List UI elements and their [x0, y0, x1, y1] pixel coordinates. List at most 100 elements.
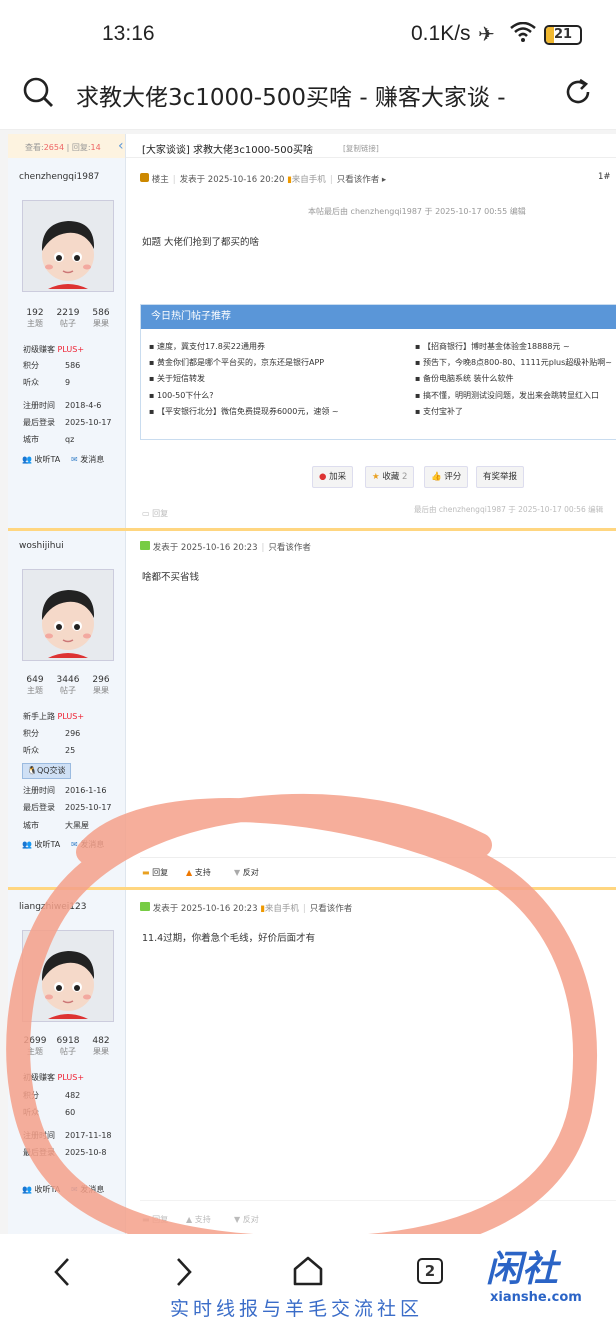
plus-badge: PLUS+	[57, 712, 85, 721]
post-content: 发表于 2025-10-16 20:23 | 只看该作者 啥都不买省钱 ▬ 回复 ▲…	[126, 531, 616, 887]
add-button[interactable]: ● 加采	[312, 466, 354, 488]
copy-link[interactable]: [复制链接]	[343, 143, 379, 154]
thread-page: 查看:2654 | 回复:14 [大家谈谈] 求教大佬3c1000-500买啥 …	[0, 130, 616, 1234]
stat-value: 6918	[56, 1036, 80, 1046]
site-domain: xianshe.com	[490, 1290, 582, 1305]
hot-thread-link[interactable]: ▪ 备份电脑系统 装什么软件	[415, 373, 514, 384]
follow-link[interactable]: 👥 收听TA	[22, 454, 60, 465]
search-icon[interactable]	[22, 76, 54, 112]
arrow-down-icon: ▼	[234, 1215, 241, 1224]
browser-bottom-bar: 2 实时线报与羊毛交流社区 闲社 xianshe.com	[0, 1234, 616, 1334]
author-stats: 649 主题 3446 帖子 296 果果	[18, 675, 118, 705]
rank-label: 初级赚客	[23, 345, 55, 354]
field-last-login: 最后登录 2025-10-17	[23, 803, 112, 812]
views-label: 查看:	[25, 143, 44, 152]
only-author-link[interactable]: 只看该作者	[337, 175, 380, 185]
author-panel: liangzhiwei123 2699 主题 6918 帖子 482 果果 初级赚客 …	[8, 890, 126, 1234]
thumb-icon: 👍	[431, 472, 442, 482]
hot-thread-link[interactable]: ▪ 黄金你们都是哪个平台买的，京东还是银行APP	[149, 357, 324, 368]
author-rank: 初级赚客 PLUS+	[23, 1072, 84, 1083]
avatar[interactable]	[22, 930, 114, 1022]
reload-icon[interactable]	[562, 76, 594, 112]
plus-badge: PLUS+	[57, 345, 85, 354]
rate-button[interactable]: 👍 评分	[424, 466, 469, 488]
author-name[interactable]: liangzhiwei123	[19, 902, 86, 912]
only-author-link[interactable]: 只看该作者	[268, 543, 311, 553]
favorite-button[interactable]: ★ 收藏 2	[365, 466, 415, 488]
author-name[interactable]: chenzhengqi1987	[19, 172, 99, 182]
message-link[interactable]: ✉ 发消息	[71, 454, 104, 465]
stat-label: 果果	[93, 319, 109, 328]
hot-thread-link[interactable]: ▪ 100-50下什么?	[149, 390, 214, 401]
online-icon	[140, 902, 150, 911]
post-footer-line	[140, 1200, 616, 1201]
follow-link[interactable]: 👥 收听TA	[22, 1184, 60, 1195]
hot-thread-link[interactable]: ▪ 预告下，今晚8点800-80、1111元plus超级补贴啊~	[415, 357, 612, 368]
qq-icon: 🐧	[27, 766, 37, 775]
forward-icon[interactable]	[172, 1256, 196, 1292]
airplane-icon: ✈	[478, 22, 495, 46]
home-icon[interactable]	[291, 1254, 325, 1292]
envelope-icon: ✉	[71, 455, 78, 464]
field-points: 积分 586	[23, 361, 81, 370]
online-icon	[140, 541, 150, 550]
hot-thread-link[interactable]: ▪ 搞不懂，明明测试没问题，发出来会跳转显红入口	[415, 390, 599, 401]
tabs-button[interactable]: 2	[417, 1258, 443, 1284]
author-stats: 192 主题 2219 帖子 586 果果	[18, 308, 118, 338]
only-author-link[interactable]: 只看该作者	[310, 904, 353, 914]
stat-value: 586	[92, 308, 110, 318]
author-name[interactable]: woshijihui	[19, 541, 64, 551]
support-link[interactable]: ▲ 支持	[186, 867, 211, 878]
page-title[interactable]: 求教大佬3c1000-500买啥 - 赚客大家谈 -	[76, 78, 536, 112]
post-content: 发表于 2025-10-16 20:23 ▮来自手机 | 只看该作者 11.4过期，…	[126, 890, 616, 1234]
stat-value: 192	[26, 308, 44, 318]
support-link[interactable]: ▲ 支持	[186, 1214, 211, 1225]
oppose-link[interactable]: ▼ 反对	[234, 867, 259, 878]
field-register: 注册时间 2016-1-16	[23, 786, 107, 795]
thread-stats: 查看:2654 | 回复:14	[8, 134, 126, 158]
caret-right-icon: ▸	[381, 175, 387, 185]
stat-label: 帖子	[60, 319, 76, 328]
post-body: 啥都不买省钱	[142, 572, 200, 583]
author-rank: 新手上路 PLUS+	[23, 711, 84, 722]
qq-chat-button[interactable]: 🐧QQ交谈	[22, 763, 71, 779]
field-city: 城市 大黑屋	[23, 821, 89, 830]
floor-label: 楼主	[151, 175, 169, 185]
post-time: 发表于 2025-10-16 20:20	[179, 175, 285, 185]
hot-thread-link[interactable]: ▪ 【招商银行】博时基金体验金18888元 ~	[415, 341, 570, 352]
slogan: 实时线报与羊毛交流社区	[170, 1298, 424, 1320]
views-count: 2654	[43, 143, 65, 152]
hot-thread-link[interactable]: ▪ 关于短信转发	[149, 373, 205, 384]
hot-thread-link[interactable]: ▪ 支付宝补了	[415, 406, 463, 417]
hot-threads-title: 今日热门帖子推荐	[141, 305, 616, 329]
floor-number: 1#	[598, 172, 611, 182]
stat-value: 2699	[23, 1036, 47, 1046]
collapse-sidebar-icon[interactable]: ‹	[118, 138, 124, 154]
browser-address-bar: 求教大佬3c1000-500买啥 - 赚客大家谈 -	[0, 70, 616, 130]
follow-icon: 👥	[22, 840, 32, 849]
message-link[interactable]: ✉ 发消息	[71, 839, 104, 850]
avatar[interactable]	[22, 200, 114, 292]
oppose-link[interactable]: ▼ 反对	[234, 1214, 259, 1225]
reply-link[interactable]: ▬ 回复	[142, 1214, 168, 1225]
field-city: 城市 qz	[23, 435, 75, 444]
report-button[interactable]: 有奖举报	[476, 466, 525, 488]
post-footer-line	[140, 857, 616, 858]
star-icon: ★	[372, 472, 380, 482]
avatar[interactable]	[22, 569, 114, 661]
post-body: 如题 大佬们抢到了都买的啥	[142, 237, 260, 248]
device-label: 来自手机	[291, 175, 326, 185]
message-link[interactable]: ✉ 发消息	[71, 1184, 104, 1195]
hot-thread-link[interactable]: ▪ 【平安银行北分】微信免费提现券6000元，速领 ~	[149, 406, 339, 417]
stat-value: 649	[26, 675, 44, 685]
field-points: 积分 296	[23, 729, 81, 738]
reply-link[interactable]: ▭ 回复	[142, 508, 168, 519]
field-listeners: 听众 25	[23, 746, 76, 755]
hot-thread-link[interactable]: ▪ 速度，冀支付17.8买22通用券	[149, 341, 265, 352]
reply-link[interactable]: ▬ 回复	[142, 867, 168, 878]
back-icon[interactable]	[50, 1256, 74, 1292]
stat-value: 3446	[56, 675, 80, 685]
floor-icon	[140, 173, 149, 182]
follow-link[interactable]: 👥 收听TA	[22, 839, 60, 850]
post-meta: 发表于 2025-10-16 20:23 | 只看该作者	[140, 541, 311, 553]
